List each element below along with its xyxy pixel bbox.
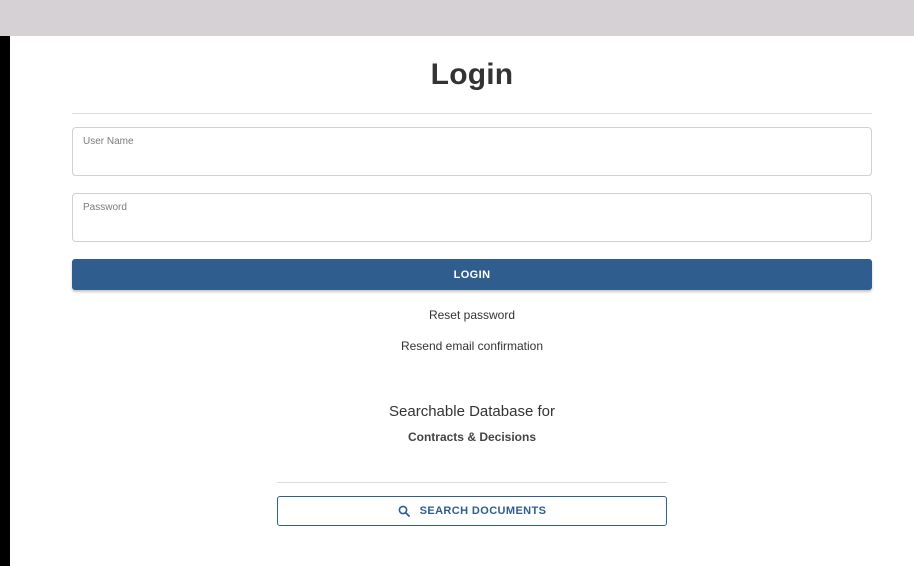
password-input[interactable]: [83, 218, 861, 236]
title-divider: [72, 113, 872, 114]
search-documents-label: SEARCH DOCUMENTS: [419, 505, 547, 517]
reset-password-link[interactable]: Reset password: [10, 308, 914, 322]
tagline-heading: Searchable Database for: [389, 403, 555, 420]
left-edge: [0, 36, 10, 566]
login-page: Login User Name Password LOGIN Reset pas…: [0, 0, 914, 566]
tagline-subheading: Contracts & Decisions: [407, 430, 537, 444]
login-button[interactable]: LOGIN: [72, 259, 872, 290]
username-label: User Name: [83, 136, 134, 147]
search-divider: [277, 482, 667, 483]
password-field[interactable]: Password: [72, 193, 872, 242]
page-title: Login: [430, 58, 514, 91]
search-icon: [398, 505, 410, 517]
password-label: Password: [83, 202, 127, 213]
username-field[interactable]: User Name: [72, 127, 872, 176]
top-bar: [0, 0, 914, 36]
username-input[interactable]: [83, 152, 861, 170]
search-documents-button[interactable]: SEARCH DOCUMENTS: [277, 496, 667, 526]
login-panel: Login User Name Password LOGIN Reset pas…: [10, 36, 914, 566]
resend-confirmation-link[interactable]: Resend email confirmation: [10, 339, 914, 353]
